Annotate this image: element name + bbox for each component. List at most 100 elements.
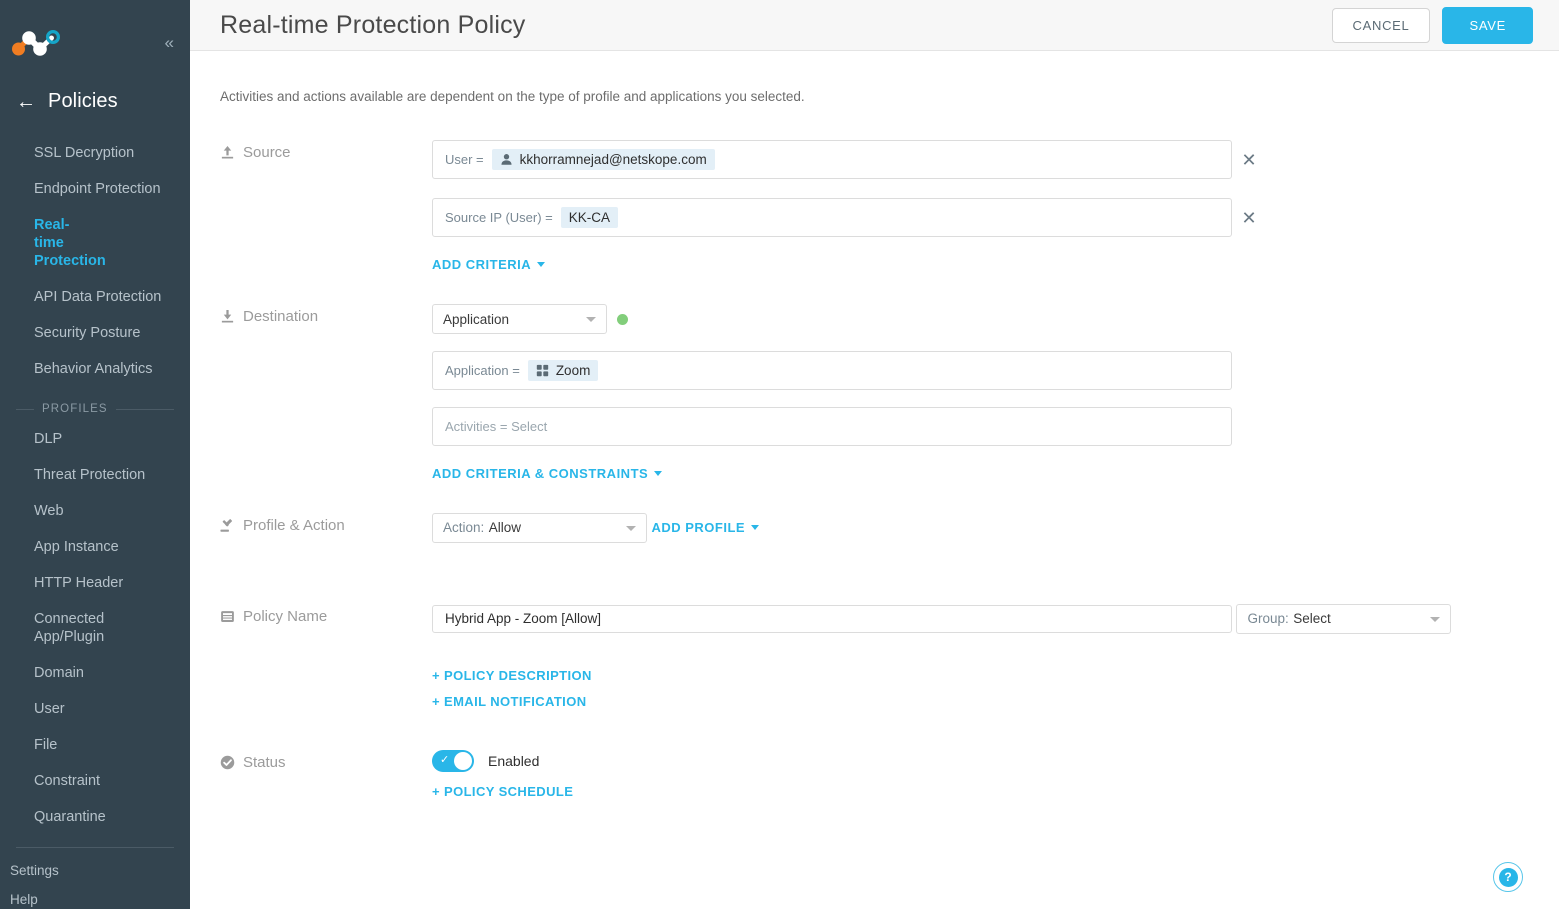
source-criterion-user: User = kkhorramnejad@netskope.com ✕	[432, 140, 1559, 179]
sidebar-collapse-icon[interactable]: «	[165, 34, 174, 51]
add-criteria-label: ADD CRITERIA	[432, 257, 532, 272]
add-profile-button[interactable]: ADD PROFILE	[651, 520, 760, 535]
form-intro-text: Activities and actions available are dep…	[220, 89, 805, 104]
status-label-text: Status	[243, 753, 286, 771]
policy-name-section-label: Policy Name	[220, 604, 432, 625]
sidebar-item-dlp[interactable]: DLP	[0, 421, 190, 457]
sidebar-profiles-label: PROFILES	[42, 403, 108, 415]
upload-icon	[220, 145, 235, 160]
destination-criterion-activities: Activities = Select	[432, 407, 1559, 446]
sidebar-item-help[interactable]: Help	[0, 885, 190, 909]
divider-line-left	[16, 408, 34, 410]
grid-icon	[536, 364, 549, 377]
sidebar-profiles-nav: DLP Threat Protection Web App Instance H…	[0, 421, 190, 835]
document-icon	[220, 609, 235, 624]
remove-criterion-user-icon[interactable]: ✕	[1232, 151, 1266, 169]
profile-action-section: Profile & Action Action: Allow ADD PROFI…	[190, 513, 1559, 559]
sidebar-item-quarantine[interactable]: Quarantine	[0, 799, 190, 835]
sidebar-top: «	[0, 0, 190, 72]
sidebar-item-app-instance[interactable]: App Instance	[0, 529, 190, 565]
sidebar-item-user[interactable]: User	[0, 691, 190, 727]
chevron-down-icon	[626, 525, 636, 531]
cancel-button[interactable]: CANCEL	[1331, 7, 1431, 43]
profile-action-label-text: Profile & Action	[243, 517, 345, 534]
destination-label-text: Destination	[243, 308, 319, 325]
sidebar-title: Policies	[48, 90, 118, 112]
netskope-logo[interactable]	[10, 28, 64, 58]
sidebar-item-constraint[interactable]: Constraint	[0, 763, 190, 799]
destination-status-dot	[617, 313, 628, 325]
destination-section: Destination Application Application = Zo…	[190, 304, 1559, 483]
main-content: Real-time Protection Policy CANCEL SAVE …	[190, 0, 1559, 909]
action-select-key: Action:	[443, 520, 485, 535]
sidebar-item-real-time-protection[interactable]: Real-time Protection	[0, 207, 106, 279]
sidebar-item-http-header[interactable]: HTTP Header	[0, 565, 190, 601]
remove-criterion-source-ip-icon[interactable]: ✕	[1232, 209, 1266, 227]
chevron-down-icon	[1430, 616, 1441, 622]
sidebar-item-endpoint-protection[interactable]: Endpoint Protection	[0, 171, 190, 207]
save-button[interactable]: SAVE	[1442, 6, 1533, 44]
chevron-down-icon	[586, 316, 596, 322]
add-criteria-button[interactable]: ADD CRITERIA	[432, 257, 546, 272]
destination-body: Application Application = Zoom Activitie…	[432, 304, 1559, 483]
criteria-field-user[interactable]: User = kkhorramnejad@netskope.com	[432, 140, 1232, 179]
policy-name-section: Policy Name Group: Select + POLICY DESCR…	[190, 604, 1559, 709]
policy-name-label-text: Policy Name	[243, 608, 328, 625]
chevron-down-icon	[537, 262, 546, 267]
profile-action-section-label: Profile & Action	[220, 513, 432, 534]
action-select[interactable]: Action: Allow	[432, 513, 647, 543]
toggle-knob	[454, 751, 472, 770]
source-section: Source User = kkhorramnejad@netskope.com	[190, 140, 1559, 274]
add-criteria-constraints-label: ADD CRITERIA & CONSTRAINTS	[432, 466, 649, 481]
status-toggle[interactable]: ✓	[432, 749, 474, 772]
sidebar-item-ssl-decryption[interactable]: SSL Decryption	[0, 135, 190, 171]
sidebar-item-connected-app-plugin[interactable]: Connected App/Plugin	[0, 601, 104, 655]
chip-user-value[interactable]: kkhorramnejad@netskope.com	[491, 149, 715, 170]
sidebar-item-web[interactable]: Web	[0, 493, 190, 529]
chip-application-value[interactable]: Zoom	[527, 360, 599, 381]
sidebar-item-security-posture[interactable]: Security Posture	[0, 315, 190, 351]
sidebar-item-threat-protection[interactable]: Threat Protection	[0, 457, 190, 493]
criteria-field-source-ip[interactable]: Source IP (User) = KK-CA	[432, 198, 1232, 237]
destination-type-value: Application	[443, 311, 510, 327]
page-title: Real-time Protection Policy	[220, 10, 526, 39]
chip-application-label: Zoom	[555, 363, 591, 378]
add-profile-label: ADD PROFILE	[651, 520, 746, 535]
spacer-destination-profile	[190, 483, 1559, 513]
chip-source-ip-label: KK-CA	[568, 210, 611, 225]
sidebar-item-api-data-protection[interactable]: API Data Protection	[0, 279, 190, 315]
criteria-field-activities[interactable]: Activities = Select	[432, 407, 1232, 446]
policy-description-link[interactable]: + POLICY DESCRIPTION	[432, 668, 1559, 683]
sidebar-header: ← Policies	[0, 72, 190, 129]
group-select[interactable]: Group: Select	[1236, 604, 1452, 634]
sidebar-footer-divider	[16, 847, 174, 848]
sidebar-item-domain[interactable]: Domain	[0, 655, 190, 691]
policy-name-input[interactable]	[432, 604, 1232, 633]
status-section: Status ✓ Enabled + POLICY SCHEDULE	[190, 749, 1559, 799]
destination-section-label: Destination	[220, 304, 432, 325]
gavel-icon	[220, 518, 235, 533]
destination-criterion-application: Application = Zoom	[432, 351, 1559, 390]
destination-type-select[interactable]: Application	[432, 304, 607, 334]
sidebar-nav: SSL Decryption Endpoint Protection Real-…	[0, 129, 190, 387]
sidebar-item-behavior-analytics[interactable]: Behavior Analytics	[0, 351, 190, 387]
chip-source-ip-value[interactable]: KK-CA	[560, 207, 619, 228]
divider-line-right	[115, 408, 174, 410]
criteria-activities-placeholder: Activities = Select	[445, 419, 548, 434]
download-icon	[220, 309, 235, 324]
criteria-key-application: Application =	[445, 363, 520, 378]
email-notification-link[interactable]: + EMAIL NOTIFICATION	[432, 694, 1559, 709]
policy-schedule-link[interactable]: + POLICY SCHEDULE	[432, 784, 1559, 799]
criteria-field-application[interactable]: Application = Zoom	[432, 351, 1232, 390]
policy-name-body: Group: Select + POLICY DESCRIPTION + EMA…	[432, 604, 1559, 709]
sidebar-item-settings[interactable]: Settings	[0, 856, 190, 885]
help-button[interactable]: ?	[1493, 862, 1523, 892]
source-label-text: Source	[243, 144, 291, 161]
chevron-down-icon	[751, 525, 760, 530]
add-criteria-constraints-button[interactable]: ADD CRITERIA & CONSTRAINTS	[432, 466, 663, 481]
status-body: ✓ Enabled + POLICY SCHEDULE	[432, 749, 1559, 799]
back-arrow-icon[interactable]: ←	[16, 92, 36, 112]
policy-form: Activities and actions available are dep…	[190, 51, 1559, 909]
group-select-value: Select	[1293, 611, 1331, 626]
sidebar-item-file[interactable]: File	[0, 727, 190, 763]
